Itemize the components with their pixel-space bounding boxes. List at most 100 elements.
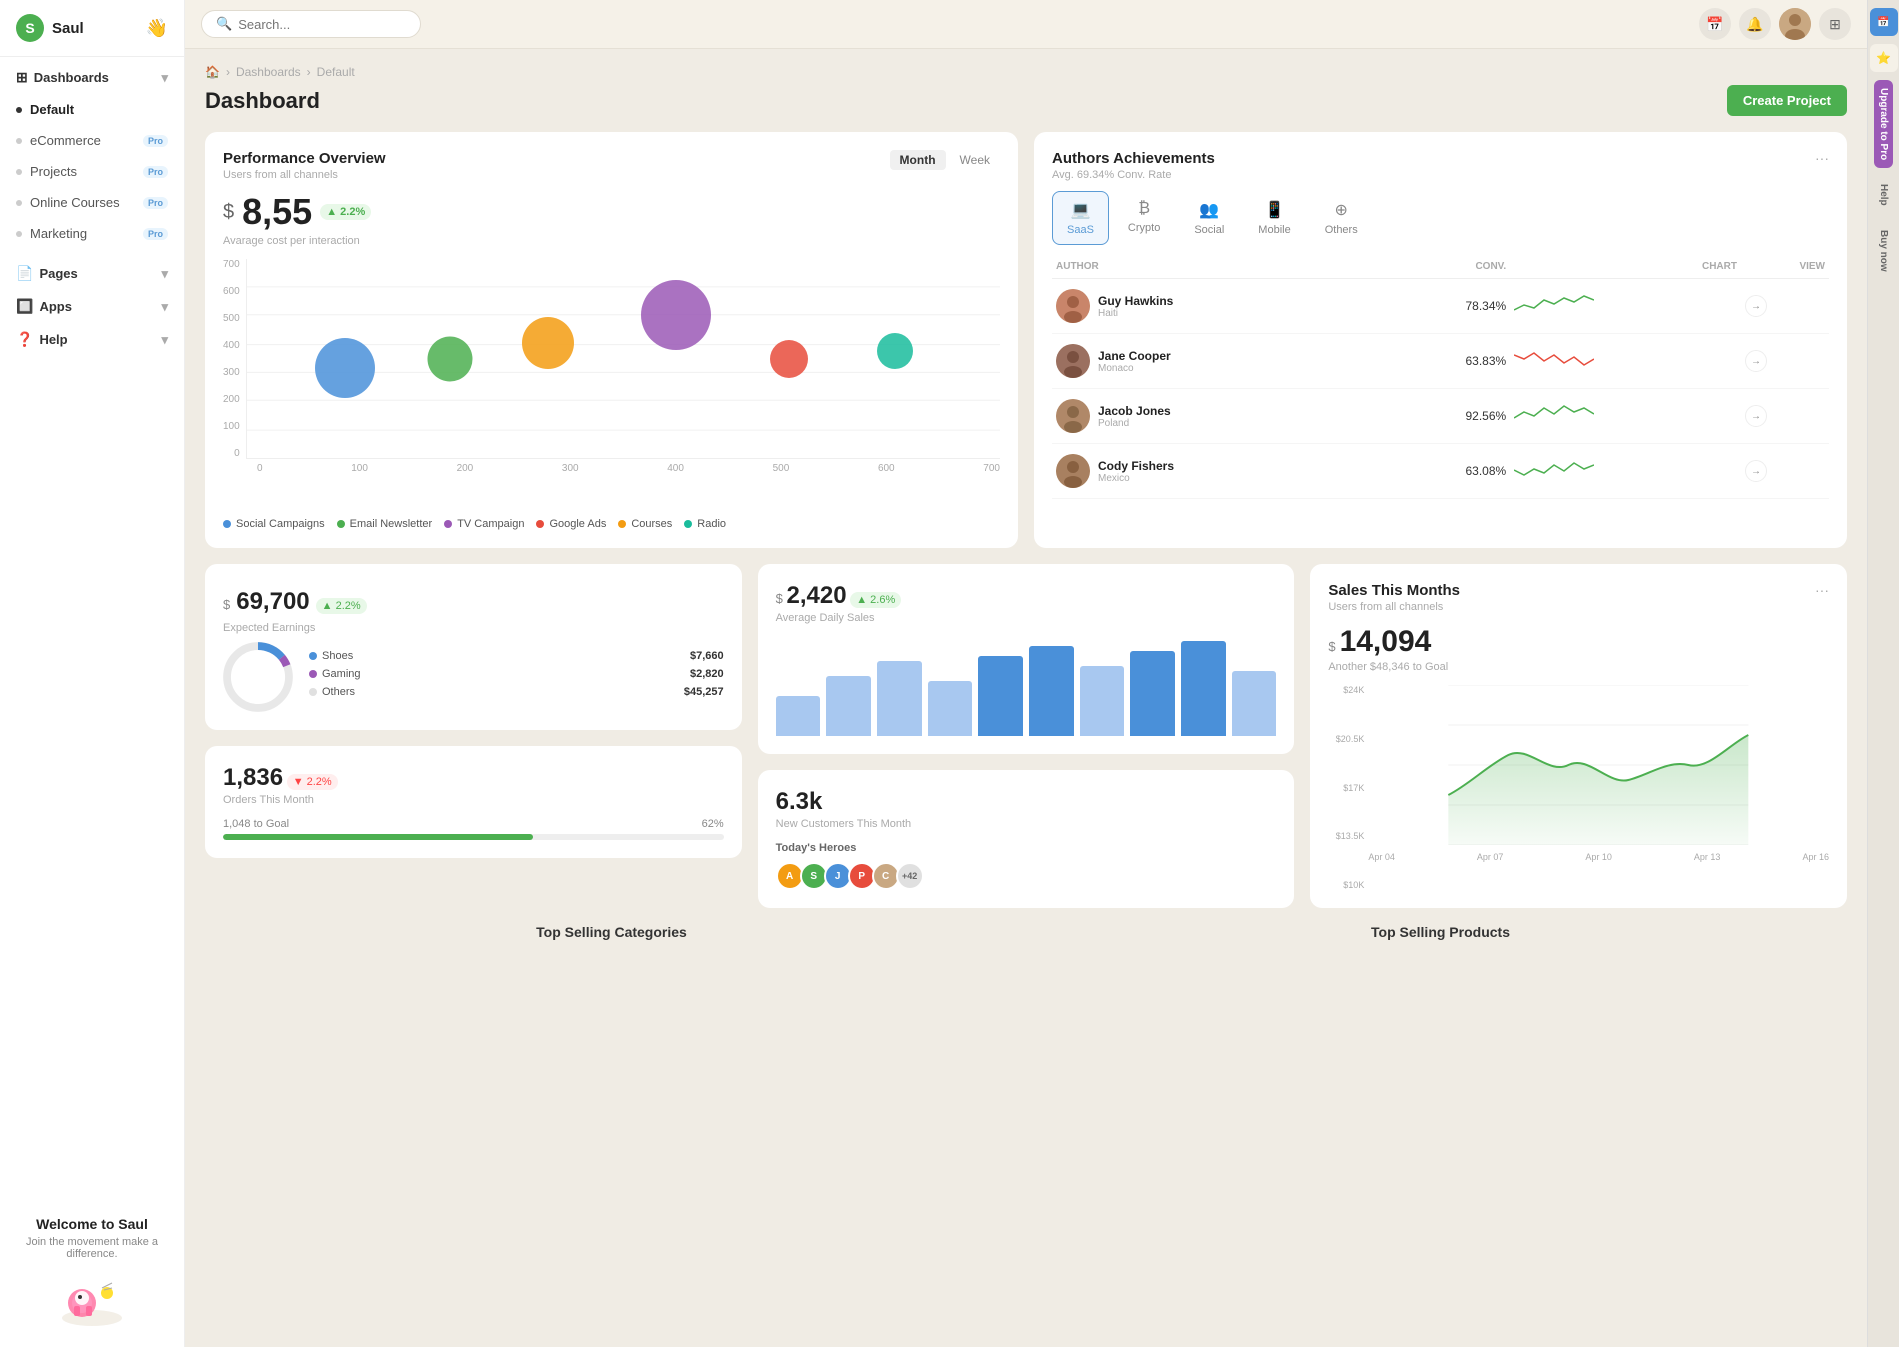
daily-sales-card: $ 2,420 ▲ 2.6% Average Daily Sales [758,564,1295,754]
shoes-label: Shoes [322,650,353,662]
search-box[interactable]: 🔍 [201,10,421,38]
author-tab-saas[interactable]: 💻 SaaS [1052,191,1109,245]
welcome-title: Welcome to Saul [16,1216,168,1232]
author-tab-others[interactable]: ⊕ Others [1310,191,1373,245]
pro-badge: Pro [143,197,168,209]
author-tab-mobile[interactable]: 📱 Mobile [1243,191,1305,245]
sales-title: Sales This Months [1328,582,1460,599]
sidebar-ecommerce-label: eCommerce [30,133,135,148]
legend-row-gaming: Gaming $2,820 [309,668,724,680]
breadcrumb-dashboards[interactable]: Dashboards [236,65,301,79]
legend-dot-courses [618,520,626,528]
pages-chevron: ▾ [161,266,168,282]
others-icon: ⊕ [1335,200,1348,220]
others-val: $45,257 [684,686,724,698]
sidebar-logo: S Saul 👋 [0,0,184,57]
bubble-courses [522,317,574,369]
legend-label-google: Google Ads [549,518,606,530]
daily-value: 2,420 [787,582,847,609]
progress-bar [223,834,724,840]
sidebar-item-online-courses[interactable]: Online Courses Pro [0,187,184,218]
perf-sub: Users from all channels [223,169,386,181]
view-btn-4[interactable]: → [1745,460,1767,482]
progress-fill [223,834,533,840]
search-icon: 🔍 [216,16,232,32]
earnings-value: 69,700 [236,588,309,616]
page-header: Dashboard Create Project [205,85,1847,116]
create-project-button[interactable]: Create Project [1727,85,1847,116]
view-btn-2[interactable]: → [1745,350,1767,372]
sidebar-item-marketing[interactable]: Marketing Pro [0,218,184,249]
author-avatar-2 [1056,344,1090,378]
rp-star-icon[interactable]: ⭐ [1870,44,1898,72]
others-label: Others [322,686,355,698]
legend-social: Social Campaigns [223,518,325,530]
legend-google: Google Ads [536,518,606,530]
legend-row-others: Others $45,257 [309,686,724,698]
y-label-400: 400 [223,340,240,351]
legend-dot-tv [444,520,452,528]
author-country-2: Monaco [1098,363,1171,374]
sidebar-item-ecommerce[interactable]: eCommerce Pro [0,125,184,156]
y-label-500: 500 [223,313,240,324]
daily-badge: ▲ 2.6% [850,592,901,608]
search-input[interactable] [238,17,406,32]
breadcrumb-separator: › [226,65,230,79]
tab-label-saas: SaaS [1067,224,1094,236]
conv-rate-3: 92.56% [1383,389,1511,444]
bubble-tv [641,280,711,350]
daily-currency: $ [776,591,783,606]
rp-upgrade-tab[interactable]: Upgrade to Pro [1874,80,1893,168]
hero-more: +42 [896,862,924,890]
period-week-tab[interactable]: Week [950,150,1000,170]
view-btn-1[interactable]: → [1745,295,1767,317]
pro-badge: Pro [143,166,168,178]
notification-icon[interactable]: 🔔 [1739,8,1771,40]
bar-col-1 [776,696,821,736]
user-avatar[interactable] [1779,8,1811,40]
pages-header[interactable]: 📄 Pages ▾ [0,257,184,290]
social-icon: 👥 [1199,200,1219,220]
bar-6 [1029,646,1074,736]
sidebar-projects-label: Projects [30,164,135,179]
help-header[interactable]: ❓ Help ▾ [0,323,184,356]
help-label: Help [39,332,67,347]
donut-row: Shoes $7,660 Gaming $2,820 [223,642,724,712]
rp-buynow-tab[interactable]: Buy now [1874,222,1893,280]
pro-badge: Pro [143,135,168,147]
authors-title: Authors Achievements [1052,150,1215,167]
x-label-200: 200 [457,463,474,474]
tab-label-social: Social [1194,224,1224,236]
earnings-card: $ 69,700 ▲ 2.2% Expected Earnings [205,564,742,730]
legend-label-email: Email Newsletter [350,518,433,530]
sales-y-20k: $20.5K [1328,734,1364,744]
orders-label: Orders This Month [223,794,724,806]
dashboards-header[interactable]: ⊞ Dashboards ▾ [0,61,184,94]
tab-label-others: Others [1325,224,1358,236]
author-avatar-3 [1056,399,1090,433]
author-tab-crypto[interactable]: ₿ Crypto [1113,191,1175,245]
sales-amount: 14,094 [1340,625,1432,659]
view-btn-3[interactable]: → [1745,405,1767,427]
rp-calendar-icon[interactable]: 📅 [1870,8,1898,36]
authors-more[interactable]: ··· [1815,150,1829,166]
apps-header[interactable]: 🔲 Apps ▾ [0,290,184,323]
sidebar-item-default[interactable]: Default [0,94,184,125]
x-label-500: 500 [773,463,790,474]
bubble-radio [877,333,913,369]
x-label-0: 0 [257,463,263,474]
sidebar-item-projects[interactable]: Projects Pro [0,156,184,187]
saas-icon: 💻 [1071,200,1091,220]
rp-help-tab[interactable]: Help [1874,176,1893,214]
sales-more[interactable]: ··· [1815,582,1829,598]
x-label-400: 400 [667,463,684,474]
author-tab-social[interactable]: 👥 Social [1179,191,1239,245]
x-label-300: 300 [562,463,579,474]
main-area: 🔍 📅 🔔 ⊞ 🏠 › [185,0,1867,1347]
period-month-tab[interactable]: Month [890,150,946,170]
legend-dot-radio [684,520,692,528]
grid-icon[interactable]: ⊞ [1819,8,1851,40]
daily-label: Average Daily Sales [776,612,1277,624]
calendar-icon[interactable]: 📅 [1699,8,1731,40]
dot-icon [16,169,22,175]
